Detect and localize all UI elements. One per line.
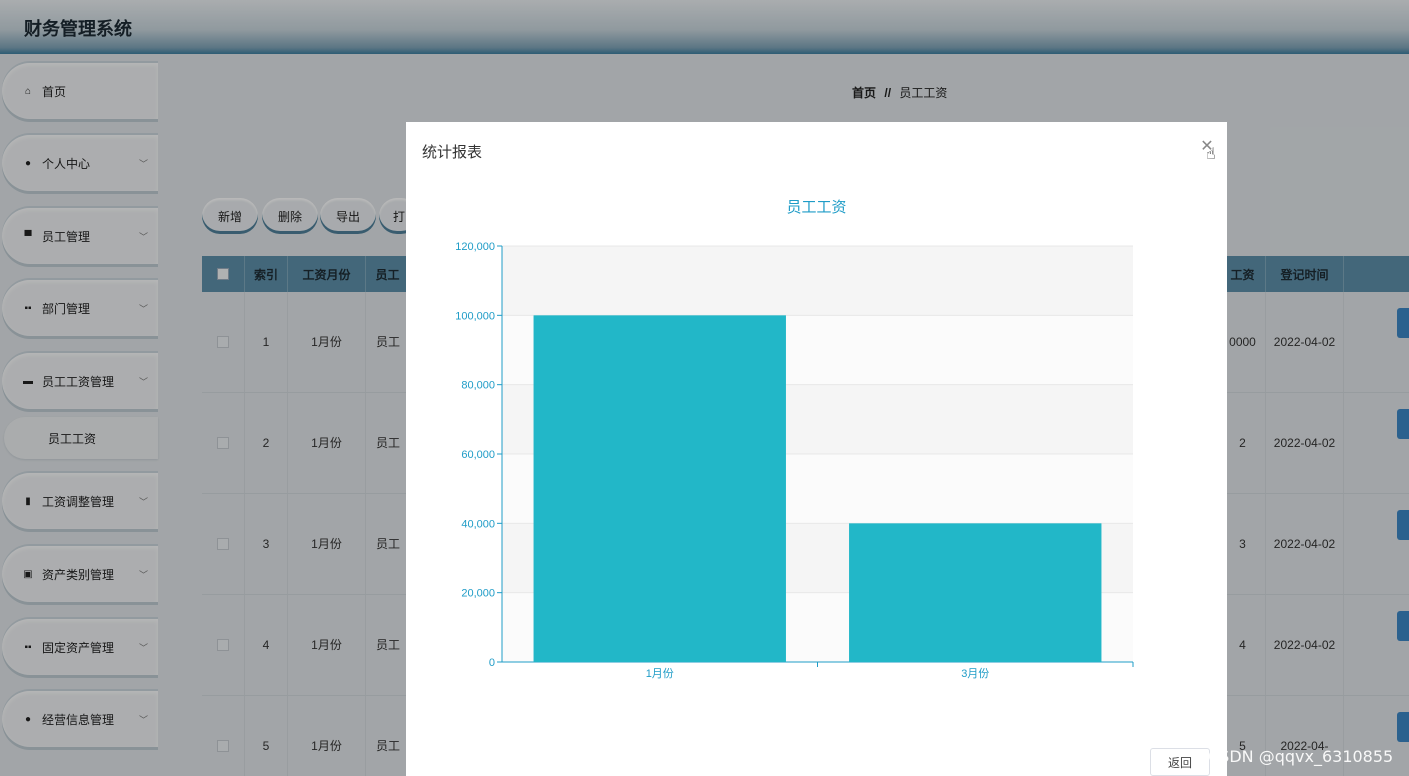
y-tick-label: 0 bbox=[489, 657, 495, 669]
x-tick-label: 3月份 bbox=[961, 667, 989, 680]
x-tick-label: 1月份 bbox=[646, 667, 674, 680]
y-tick-label: 60,000 bbox=[461, 449, 495, 461]
bar-2 bbox=[849, 523, 1102, 662]
bar-1 bbox=[533, 315, 786, 662]
grid-band bbox=[502, 246, 1133, 316]
statistics-modal: 统计报表 ✕ ☝ 员工工资 0 20,000 40,000 60,000 80,000 1… bbox=[406, 122, 1227, 776]
y-tick-label: 120,000 bbox=[455, 241, 495, 253]
y-tick-label: 100,000 bbox=[455, 310, 495, 322]
salary-bar-chart: 0 20,000 40,000 60,000 80,000 100,000 120,000 1… bbox=[455, 241, 1134, 680]
y-tick-label: 40,000 bbox=[461, 518, 495, 530]
y-tick-label: 80,000 bbox=[461, 380, 495, 392]
watermark: CSDN @qqvx_6310855 bbox=[1208, 747, 1394, 766]
y-tick-label: 20,000 bbox=[461, 588, 495, 600]
back-button[interactable]: 返回 bbox=[1150, 748, 1210, 776]
